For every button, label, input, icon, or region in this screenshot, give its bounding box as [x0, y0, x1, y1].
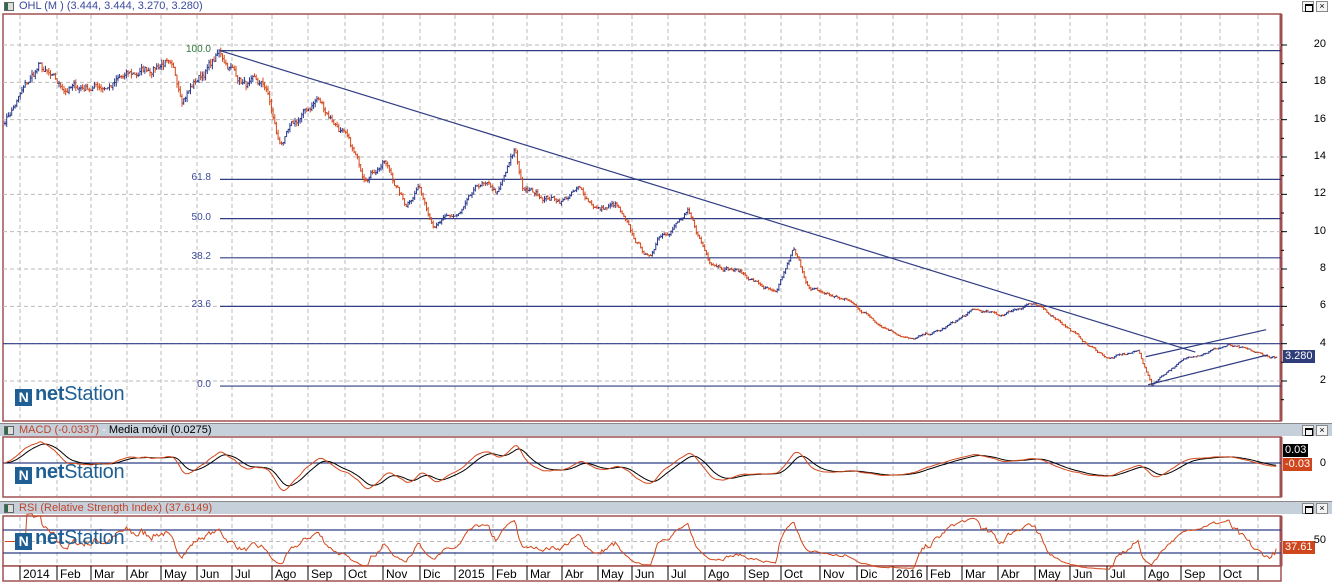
- y-axis-label: 20: [1313, 38, 1326, 50]
- x-axis-label: May: [601, 567, 624, 581]
- x-axis-label: Nov: [823, 567, 845, 581]
- y-axis-label: 8: [1319, 262, 1326, 274]
- x-axis-label: May: [164, 567, 187, 581]
- ohlc-bar: [1034, 303, 1037, 305]
- y-axis-label: 4: [1319, 336, 1326, 349]
- y-axis-label: 12: [1313, 187, 1326, 200]
- logo-net: net: [35, 527, 65, 549]
- ohlc-bar: [1216, 348, 1219, 350]
- x-axis-label: Jul: [1110, 567, 1126, 581]
- x-axis-label: Feb: [60, 567, 81, 581]
- chart-canvas[interactable]: [0, 0, 1332, 582]
- y-axis-label: 18: [1313, 75, 1326, 88]
- macd-plot-area: [2, 436, 1282, 498]
- x-axis-label: Dic: [860, 567, 878, 581]
- fibonacci-level-label: 100.0: [185, 43, 211, 55]
- macd-signal-badge: 0.03: [1283, 444, 1309, 457]
- x-axis-label: Oct: [784, 567, 803, 581]
- x-axis-label: Oct: [1223, 567, 1242, 581]
- macd-zero-label: 0: [1319, 457, 1326, 469]
- x-axis-label: Ago: [275, 567, 297, 581]
- y-axis-label: 6: [1319, 299, 1326, 312]
- fibonacci-level-label: 0.0: [197, 379, 211, 391]
- fibonacci-level-label: 50.0: [191, 211, 211, 223]
- x-axis-label: Jul: [235, 567, 251, 581]
- x-axis-label: Jul: [671, 567, 687, 581]
- x-axis-label: Mar: [94, 567, 115, 581]
- y-axis-label: 16: [1313, 112, 1326, 125]
- y-axis-label: 2: [1319, 374, 1326, 386]
- y-axis-label: 10: [1313, 224, 1326, 237]
- x-axis-label: Oct: [348, 567, 367, 581]
- x-axis-label: 2015: [458, 567, 485, 581]
- y-axis-label: 14: [1313, 150, 1326, 162]
- netstation-watermark: NnetStation: [15, 461, 125, 484]
- logo-net: net: [35, 461, 65, 483]
- x-axis-label: Abr: [130, 567, 149, 581]
- x-axis-label: Sep: [1184, 567, 1206, 581]
- netstation-logo-icon: N: [15, 533, 32, 550]
- x-axis-label: Mar: [965, 567, 986, 581]
- last-price-badge: 3.280: [1283, 350, 1315, 363]
- x-axis-label: Sep: [311, 567, 333, 581]
- ohlc-bar: [1206, 352, 1209, 354]
- ohlc-bar: [1039, 305, 1042, 307]
- netstation-watermark: NnetStation: [15, 383, 125, 406]
- x-axis-label: Dic: [423, 567, 441, 581]
- x-axis-label: Abr: [565, 567, 584, 581]
- logo-station: Station: [64, 461, 125, 483]
- x-axis-label: Feb: [496, 567, 517, 581]
- x-axis-label: Nov: [386, 567, 408, 581]
- x-axis-label: Jun: [200, 567, 220, 581]
- fibonacci-level-label: 38.2: [191, 250, 211, 262]
- logo-station: Station: [64, 383, 125, 405]
- x-axis-label: 2016: [896, 567, 923, 581]
- x-axis-label: Ago: [1148, 567, 1170, 581]
- x-axis-label: Feb: [930, 567, 951, 581]
- x-axis-label: Ago: [708, 567, 730, 581]
- rsi-mid-label: 50: [1313, 534, 1326, 546]
- x-axis-label: May: [1038, 567, 1061, 581]
- fibonacci-level-label: 23.6: [191, 299, 211, 311]
- netstation-watermark: NnetStation: [15, 527, 125, 550]
- x-axis-label: 2014: [23, 567, 50, 581]
- logo-net: net: [35, 383, 65, 405]
- x-axis-label: Sep: [748, 567, 770, 581]
- ohlc-bar: [1071, 330, 1074, 332]
- x-axis-label: Jun: [1073, 567, 1093, 581]
- logo-station: Station: [64, 527, 125, 549]
- x-axis-label: Mar: [530, 567, 551, 581]
- ohlc-bar: [1197, 355, 1200, 357]
- ohlc-bar: [1029, 303, 1032, 305]
- x-axis-label: Abr: [1001, 567, 1020, 581]
- netstation-logo-icon: N: [15, 467, 32, 484]
- x-axis-label: Jun: [635, 567, 655, 581]
- netstation-logo-icon: N: [15, 389, 32, 406]
- fibonacci-level-label: 61.8: [191, 172, 211, 184]
